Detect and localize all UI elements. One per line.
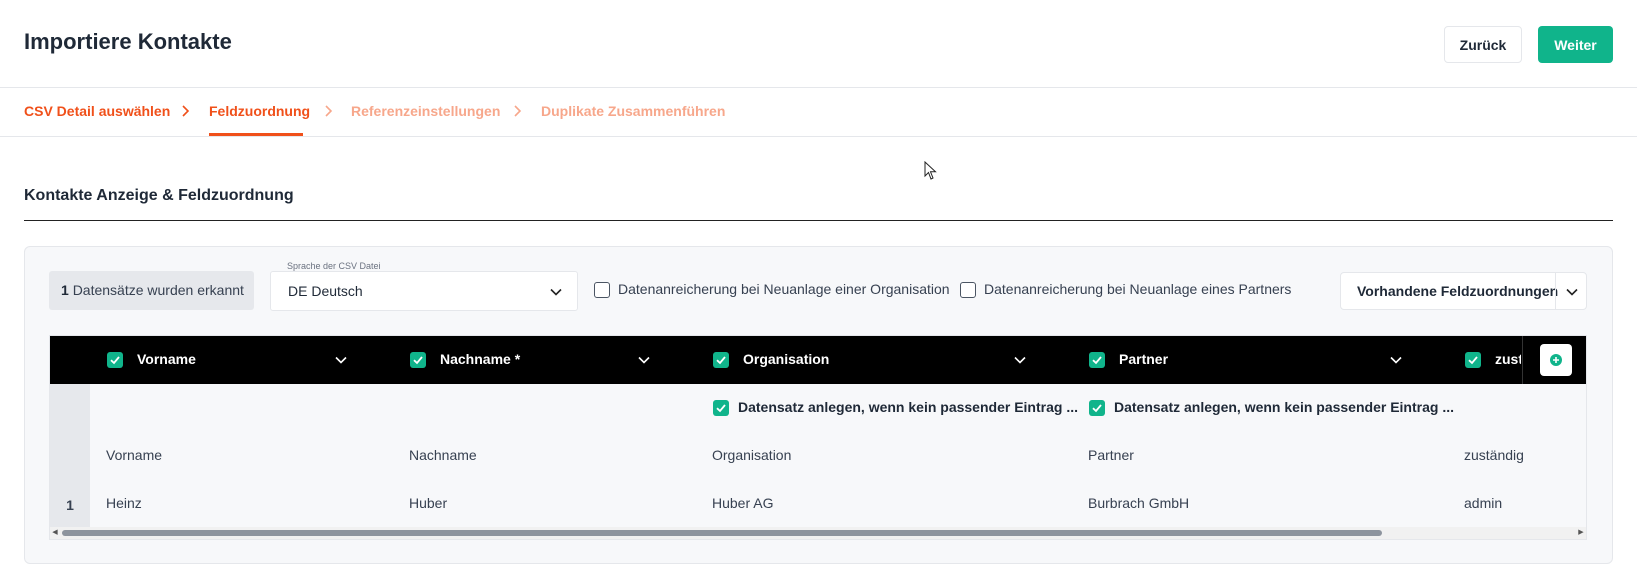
existing-mappings-split-button: Vorhandene Feldzuordnungen <box>1340 272 1587 310</box>
table-cell: Huber <box>409 495 448 511</box>
section-divider <box>24 220 1613 221</box>
chevron-down-icon[interactable] <box>637 353 651 367</box>
source-header-cell: Vorname <box>106 447 163 463</box>
source-header-cell: Nachname <box>409 447 477 463</box>
back-button[interactable]: Zurück <box>1444 26 1522 63</box>
table-cell: Burbrach GmbH <box>1088 495 1190 511</box>
chevron-down-icon[interactable] <box>1389 353 1403 367</box>
next-button[interactable]: Weiter <box>1538 26 1613 63</box>
column-name: Vorname <box>137 351 196 367</box>
step-reference-settings[interactable]: Referenzeinstellungen <box>351 103 500 119</box>
column-name: zust <box>1495 351 1521 367</box>
chevron-down-icon[interactable] <box>1013 353 1027 367</box>
column-header-partner: Partner <box>1089 336 1459 384</box>
chevron-down-icon <box>1566 288 1578 296</box>
page-title: Importiere Kontakte <box>24 29 232 54</box>
check-icon <box>716 356 726 365</box>
scroll-left-icon[interactable]: ◀ <box>51 529 59 537</box>
column-name: Organisation <box>743 351 830 367</box>
scroll-right-icon[interactable]: ▶ <box>1577 529 1585 537</box>
records-text: Datensätze wurden erkannt <box>72 282 244 298</box>
column-checkbox[interactable] <box>1089 352 1105 368</box>
language-select-value: DE Deutsch <box>288 283 363 299</box>
plus-circle-icon <box>1550 354 1562 366</box>
page-header: Importiere Kontakte Zurück Weiter <box>0 0 1637 88</box>
active-step-underline <box>209 133 303 136</box>
create-record-partner-checkbox[interactable] <box>1089 400 1105 416</box>
column-checkbox[interactable] <box>107 352 123 368</box>
column-header-organisation: Organisation <box>713 336 1083 384</box>
check-icon <box>716 404 726 413</box>
table-cell: Heinz <box>106 495 142 511</box>
enrich-organisation-label[interactable]: Datenanreicherung bei Neuanlage einer Or… <box>618 281 950 297</box>
mapping-table: Vorname Nachname * Organisation Partner … <box>49 335 1587 540</box>
enrich-organisation-checkbox[interactable] <box>594 282 610 298</box>
enrich-partner-checkbox[interactable] <box>960 282 976 298</box>
enrich-partner-label[interactable]: Datenanreicherung bei Neuanlage eines Pa… <box>984 281 1291 297</box>
wizard-steps: CSV Detail auswählen Feldzuordnung Refer… <box>0 88 1637 137</box>
table-cell: Huber AG <box>712 495 774 511</box>
table-cell: admin <box>1464 495 1503 511</box>
create-record-org-checkbox[interactable] <box>713 400 729 416</box>
chevron-right-icon <box>325 105 333 117</box>
table-header: Vorname Nachname * Organisation Partner … <box>50 336 1586 384</box>
chevron-right-icon <box>182 105 190 117</box>
mouse-cursor-icon <box>924 161 937 180</box>
existing-mappings-button[interactable]: Vorhandene Feldzuordnungen <box>1357 283 1558 299</box>
chevron-down-icon <box>550 288 562 296</box>
check-icon <box>1092 404 1102 413</box>
scrollbar-thumb[interactable] <box>62 530 1382 536</box>
check-icon <box>110 356 120 365</box>
chevron-right-icon <box>514 105 522 117</box>
language-select[interactable]: DE Deutsch <box>270 271 578 311</box>
column-header-nachname: Nachname * <box>410 336 710 384</box>
column-checkbox[interactable] <box>713 352 729 368</box>
column-header-vorname: Vorname <box>107 336 407 384</box>
source-header-cell: Partner <box>1088 447 1134 463</box>
check-icon <box>413 356 423 365</box>
column-name: Nachname * <box>440 351 521 367</box>
records-count: 1 <box>61 282 69 298</box>
create-record-org-label[interactable]: Datensatz anlegen, wenn kein passender E… <box>738 399 1078 415</box>
column-name: Partner <box>1119 351 1169 367</box>
chevron-down-icon[interactable] <box>334 353 348 367</box>
records-detected-badge: 1 Datensätze wurden erkannt <box>49 271 254 310</box>
section-title: Kontakte Anzeige & Feldzuordnung <box>24 187 294 204</box>
step-csv-detail[interactable]: CSV Detail auswählen <box>24 103 170 119</box>
existing-mappings-dropdown-toggle[interactable] <box>1556 273 1587 309</box>
row-index: 1 <box>66 497 74 513</box>
column-checkbox[interactable] <box>1465 352 1481 368</box>
column-header-zustaendig: zust <box>1465 336 1521 384</box>
check-icon <box>1092 356 1102 365</box>
source-header-cell: zuständig <box>1464 447 1524 463</box>
language-select-label: Sprache der CSV Datei <box>287 261 381 271</box>
horizontal-scrollbar[interactable]: ◀ ▶ <box>50 527 1586 539</box>
add-column-button[interactable] <box>1540 344 1572 376</box>
step-field-mapping[interactable]: Feldzuordnung <box>209 103 310 119</box>
add-column-area <box>1522 336 1586 384</box>
column-checkbox[interactable] <box>410 352 426 368</box>
source-header-cell: Organisation <box>712 447 792 463</box>
create-record-partner-label[interactable]: Datensatz anlegen, wenn kein passender E… <box>1114 399 1454 415</box>
check-icon <box>1468 356 1478 365</box>
step-merge-duplicates[interactable]: Duplikate Zusammenführen <box>541 103 725 119</box>
